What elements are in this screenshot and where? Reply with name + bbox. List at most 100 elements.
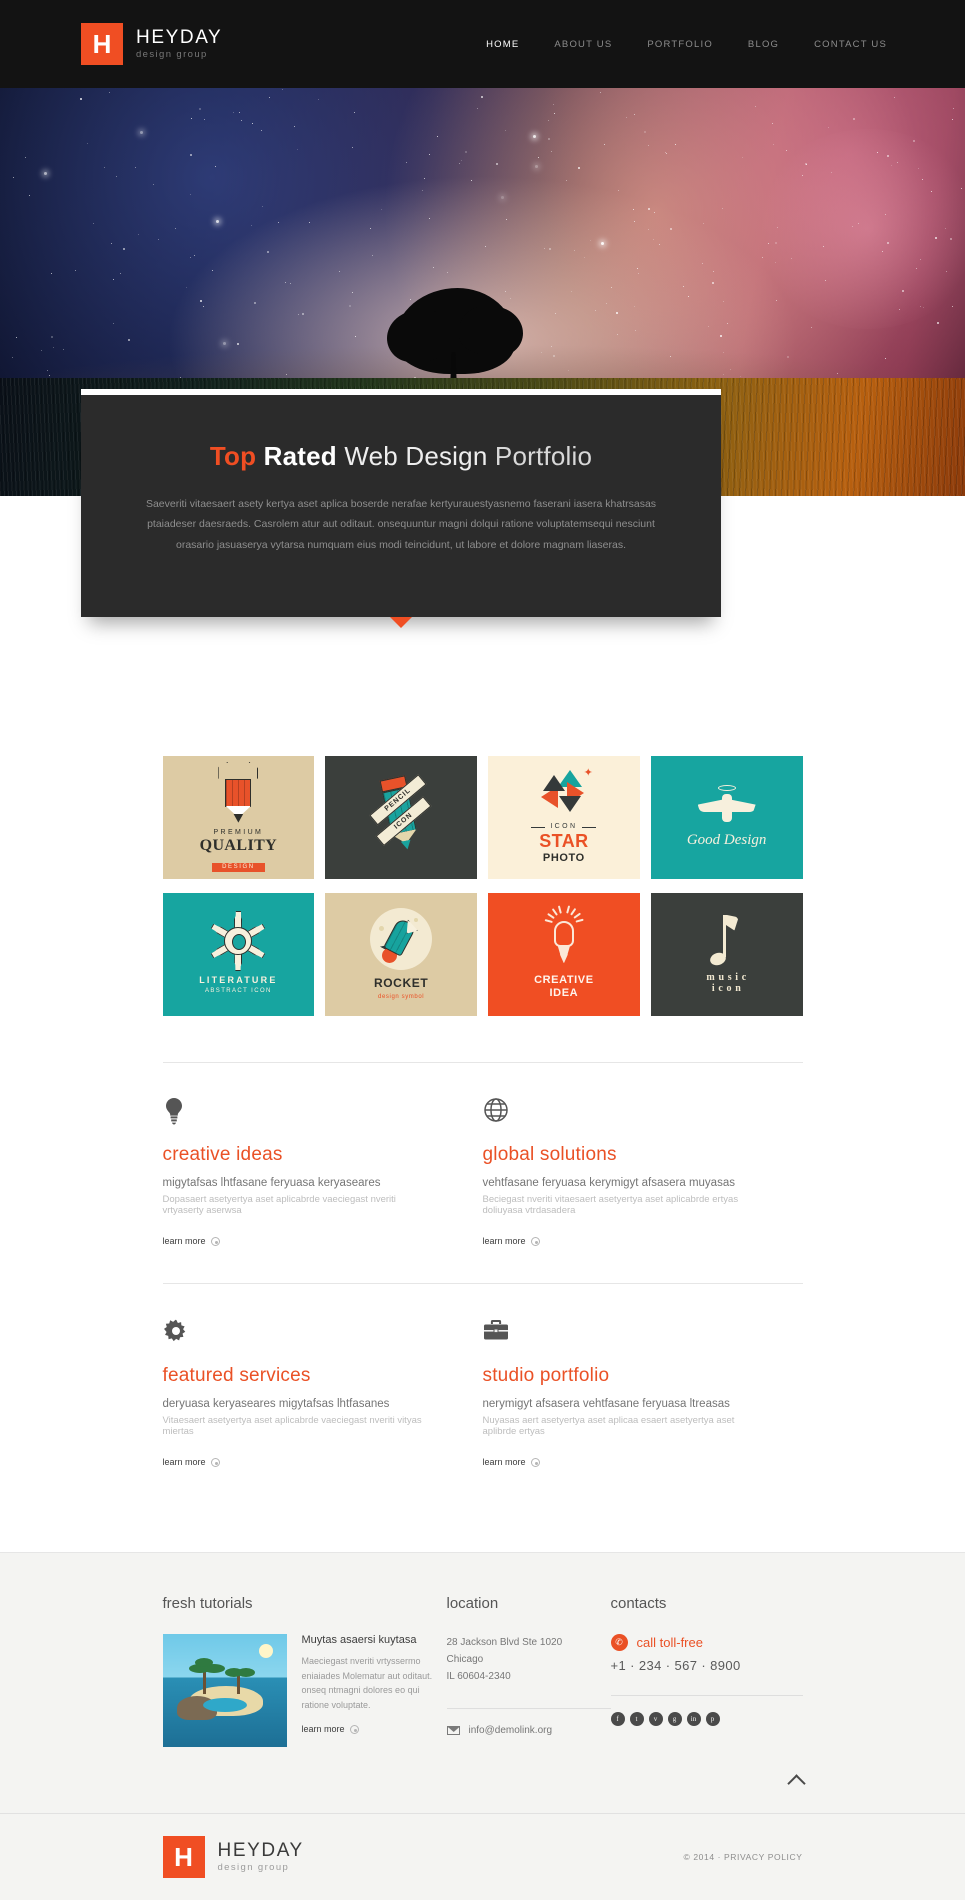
phone-icon: ✆ xyxy=(611,1634,628,1651)
rocket-pencil-icon xyxy=(370,908,432,970)
service-featured-services: featured services deryuasa keryaseares m… xyxy=(163,1283,483,1504)
tutorial-learn-more-link[interactable]: learn more xyxy=(302,1724,359,1734)
logo-text: HEYDAY design group xyxy=(136,28,222,61)
portfolio-tile-rocket[interactable]: ROCKET design symbol xyxy=(325,893,477,1016)
portfolio-tile-good-design[interactable]: Good Design xyxy=(651,756,803,879)
copyright-text: © 2014 · xyxy=(684,1852,722,1862)
social-links: f t v g in p xyxy=(611,1712,803,1726)
social-google-plus-icon[interactable]: g xyxy=(668,1712,682,1726)
email-link[interactable]: info@demolink.org xyxy=(469,1725,553,1736)
learn-more-label: learn more xyxy=(163,1236,206,1246)
gear-icon xyxy=(163,1318,435,1348)
service-global-solutions: global solutions vehtfasane feryuasa ker… xyxy=(483,1097,803,1283)
footer-divider xyxy=(611,1695,803,1696)
portfolio-tile-creative-idea[interactable]: CREATIVE IDEA xyxy=(488,893,640,1016)
envelope-icon xyxy=(447,1726,460,1735)
hero-title-accent: Top xyxy=(210,441,256,471)
footer-col-contacts: contacts ✆ call toll-free +1 · 234 · 567… xyxy=(611,1595,803,1747)
tutorial-text: Muytas asaersi kuytasa Maeciegast nverit… xyxy=(302,1634,447,1747)
address-line-2: Chicago xyxy=(447,1651,611,1668)
learn-more-link[interactable]: learn more xyxy=(483,1236,540,1246)
service-title: featured services xyxy=(163,1365,435,1387)
social-linkedin-icon[interactable]: in xyxy=(687,1712,701,1726)
service-studio-portfolio: studio portfolio nerymigyt afsasera veht… xyxy=(483,1283,803,1504)
portfolio-tile-star-photo[interactable]: ✦ ICON STAR PHOTO xyxy=(488,756,640,879)
tile-line2: QUALITY xyxy=(200,837,277,855)
social-facebook-icon[interactable]: f xyxy=(611,1712,625,1726)
address-block: 28 Jackson Blvd Ste 1020 Chicago IL 6060… xyxy=(447,1634,611,1686)
learn-more-label: learn more xyxy=(302,1724,345,1734)
tile-line2: IDEA xyxy=(534,987,594,1000)
arrow-ring-icon xyxy=(531,1237,540,1246)
privacy-policy-link[interactable]: PRIVACY POLICY xyxy=(724,1852,802,1862)
back-to-top[interactable] xyxy=(163,1777,803,1795)
tile-line1-wrap: ICON xyxy=(531,823,596,831)
hero-title-mid: Web Design xyxy=(344,441,487,471)
service-title-rest: solutions xyxy=(540,1144,617,1165)
nav-item-home[interactable]: HOME xyxy=(486,39,519,50)
service-subtitle: vehtfasane feryuasa kerymigyt afsasera m… xyxy=(483,1177,755,1189)
footer-heading-contacts: contacts xyxy=(611,1595,803,1612)
arrow-ring-icon xyxy=(350,1725,359,1734)
learn-more-link[interactable]: learn more xyxy=(163,1457,220,1467)
header-logo[interactable]: H HEYDAY design group xyxy=(81,23,222,65)
tutorial-thumbnail[interactable] xyxy=(163,1634,287,1747)
hero-title: Top Rated Web Design Portfolio xyxy=(139,441,663,472)
service-title-rest: portfolio xyxy=(540,1365,609,1386)
tile-line2: STAR xyxy=(531,831,596,852)
service-description: Nuyasas aert asetyertya aset aplicaa esa… xyxy=(483,1415,755,1437)
tile-line2: ABSTRACT ICON xyxy=(199,988,277,995)
service-title: creative ideas xyxy=(163,1144,435,1166)
tile-line2: i c o n xyxy=(706,983,746,995)
service-description: Dopasaert asetyertya aset aplicabrde vae… xyxy=(163,1194,435,1216)
learn-more-link[interactable]: learn more xyxy=(163,1236,220,1246)
service-title: global solutions xyxy=(483,1144,755,1166)
services-section: creative ideas migytafsas lhtfasane fery… xyxy=(163,1062,803,1504)
portfolio-tile-pencil-icon[interactable]: PENCIL ICON xyxy=(325,756,477,879)
tutorial-title: Muytas asaersi kuytasa xyxy=(302,1634,447,1646)
service-subtitle: nerymigyt afsasera vehtfasane feryuasa l… xyxy=(483,1398,755,1410)
briefcase-icon xyxy=(483,1318,755,1348)
footer-heading-tutorials: fresh tutorials xyxy=(163,1595,447,1612)
tutorial-item: Muytas asaersi kuytasa Maeciegast nverit… xyxy=(163,1634,447,1747)
pinwheel-star-icon: ✦ xyxy=(539,770,589,816)
portfolio-tile-premium-quality[interactable]: PREMIUM QUALITY DESIGN xyxy=(163,756,315,879)
service-title-rest: services xyxy=(239,1365,310,1386)
nav-item-blog[interactable]: BLOG xyxy=(748,39,779,50)
portfolio-tile-music-icon[interactable]: m u s i c i c o n xyxy=(651,893,803,1016)
page-root: H HEYDAY design group HOME ABOUT US PORT… xyxy=(0,0,965,1900)
portfolio-tile-literature[interactable]: LITERATURE ABSTRACT ICON xyxy=(163,893,315,1016)
service-description: Beciegast nveriti vitaesaert asetyertya … xyxy=(483,1194,755,1216)
logo-tagline: design group xyxy=(218,1862,304,1873)
learn-more-label: learn more xyxy=(483,1457,526,1467)
service-title-accent: creative xyxy=(163,1144,231,1165)
learn-more-link[interactable]: learn more xyxy=(483,1457,540,1467)
winged-pen-icon xyxy=(698,785,756,825)
nav-item-about-us[interactable]: ABOUT US xyxy=(554,39,612,50)
hero-paragraph-line-3: numquam eius modi teincidunt, ut labore … xyxy=(307,539,626,551)
portfolio-grid: PREMIUM QUALITY DESIGN PENCIL ICON ✦ ICO… xyxy=(163,756,803,1016)
social-pinterest-icon[interactable]: p xyxy=(706,1712,720,1726)
service-subtitle: deryuasa keryaseares migytafsas lhtfasan… xyxy=(163,1398,435,1410)
tile-line1: LITERATURE xyxy=(199,975,277,985)
footer-logo[interactable]: H HEYDAY design group xyxy=(163,1836,304,1878)
social-vimeo-icon[interactable]: v xyxy=(649,1712,663,1726)
address-line-3: IL 60604-2340 xyxy=(447,1668,611,1685)
arrow-ring-icon xyxy=(211,1237,220,1246)
logo-mark-icon: H xyxy=(81,23,123,65)
footer-bottom-inner: H HEYDAY design group © 2014 · PRIVACY P… xyxy=(163,1814,803,1900)
hero-paragraph: Saeveriti vitaesaert asety kertya aset a… xyxy=(139,494,663,554)
email-row: info@demolink.org xyxy=(447,1725,611,1736)
tile-line1: CREATIVE xyxy=(534,974,594,987)
chevron-up-icon[interactable] xyxy=(787,1774,805,1792)
lightbulb-icon xyxy=(163,1097,435,1127)
social-twitter-icon[interactable]: t xyxy=(630,1712,644,1726)
site-footer: fresh tutorials Muytas asaersi kuytasa M… xyxy=(0,1552,965,1900)
logo-text: HEYDAY design group xyxy=(218,1841,304,1874)
nav-item-contact-us[interactable]: CONTACT US xyxy=(814,39,887,50)
tile-line1: m u s i c xyxy=(706,972,746,984)
nav-item-portfolio[interactable]: PORTFOLIO xyxy=(647,39,713,50)
service-creative-ideas: creative ideas migytafsas lhtfasane fery… xyxy=(163,1097,483,1283)
address-line-1: 28 Jackson Blvd Ste 1020 xyxy=(447,1634,611,1651)
logo-name: HEYDAY xyxy=(218,1841,304,1861)
